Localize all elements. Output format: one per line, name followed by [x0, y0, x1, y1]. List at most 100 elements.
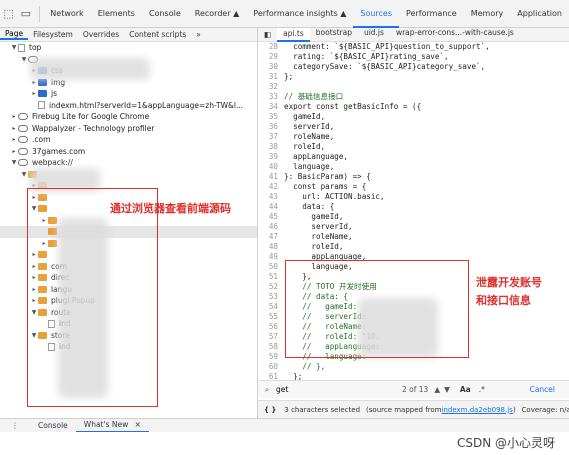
navigator-tab[interactable]: Filesystem — [28, 30, 78, 39]
line-number[interactable]: 51 — [258, 272, 284, 282]
line-number[interactable]: 42 — [258, 182, 284, 192]
line-number[interactable]: 38 — [258, 142, 284, 152]
line-number[interactable]: 57 — [258, 332, 284, 342]
chevron-right-icon[interactable]: ▸ — [10, 111, 18, 123]
panel-tab[interactable]: Memory — [464, 0, 511, 28]
search-icon: ⌕ — [264, 384, 270, 394]
panel-tab[interactable]: Console — [142, 0, 188, 28]
regex-button[interactable]: .* — [479, 385, 485, 394]
coverage-status: Coverage: n/a — [521, 405, 569, 414]
line-number[interactable]: 60 — [258, 362, 284, 372]
drawer-tab-whats-new[interactable]: What's New × — [75, 419, 149, 433]
inspect-element-icon[interactable]: ⬚ — [0, 0, 17, 28]
editor-file-tab[interactable]: wrap-error-cons...-with-cause.js — [390, 28, 520, 42]
line-number[interactable]: 30 — [258, 62, 284, 72]
line-number[interactable]: 46 — [258, 222, 284, 232]
navigator-tab[interactable]: » — [191, 30, 206, 39]
pretty-print-icon[interactable]: { } — [264, 406, 276, 414]
file-icon — [38, 101, 45, 110]
line-number[interactable]: 55 — [258, 312, 284, 322]
line-number[interactable]: 47 — [258, 232, 284, 242]
line-number[interactable]: 53 — [258, 292, 284, 302]
panel-tab[interactable]: Performance insights ▲ — [246, 0, 353, 28]
line-number[interactable]: 48 — [258, 242, 284, 252]
chevron-right-icon[interactable]: ▸ — [10, 134, 18, 146]
panel-tab[interactable]: Elements — [91, 0, 142, 28]
navigator-tab[interactable]: Page — [0, 29, 29, 40]
line-number[interactable]: 56 — [258, 322, 284, 332]
line-number[interactable]: 32 — [258, 82, 284, 92]
cancel-button[interactable]: Cancel — [530, 385, 555, 394]
panel-tab[interactable]: Network — [43, 0, 90, 28]
tree-item[interactable]: ▸ js — [0, 88, 257, 100]
drawer-tab-console[interactable]: Console — [30, 421, 76, 430]
drawer-tab-label: What's New — [83, 419, 129, 429]
chevron-right-icon[interactable]: ▸ — [10, 146, 18, 158]
tree-item[interactable]: ▼ webpack:// — [0, 157, 257, 169]
line-number[interactable]: 36 — [258, 122, 284, 132]
chevron-down-icon[interactable]: ▼ — [10, 42, 18, 54]
tree-item[interactable]: ▸ Wappalyzer - Technology profiler — [0, 123, 257, 135]
chevron-down-icon[interactable]: ▼ — [20, 54, 28, 66]
line-text: categorySave: `${BASIC_API}category_save… — [284, 62, 486, 71]
device-toggle-icon[interactable]: ▭ — [17, 0, 34, 28]
line-text: }: BasicParam) => { — [284, 172, 371, 181]
line-number[interactable]: 31 — [258, 72, 284, 82]
panel-tab[interactable]: Sources — [353, 0, 399, 28]
editor-file-tab[interactable]: uid.js — [358, 28, 390, 42]
navigator-tab[interactable]: Overrides — [78, 30, 124, 39]
search-input[interactable] — [276, 383, 396, 396]
line-number[interactable]: 29 — [258, 52, 284, 62]
panel-tab[interactable]: Performance — [399, 0, 464, 28]
editor-file-tab[interactable]: bootstrap — [310, 28, 358, 42]
line-number[interactable]: 52 — [258, 282, 284, 292]
file-icon — [18, 43, 25, 52]
code-line: 60 // }, — [258, 362, 569, 372]
line-number[interactable]: 35 — [258, 112, 284, 122]
tree-item[interactable]: ▼ top — [0, 42, 257, 54]
tree-item[interactable]: ▸ Firebug Lite for Google Chrome — [0, 111, 257, 123]
tree-item[interactable]: indexm.html?serverId=1&appLanguage=zh-TW… — [0, 100, 257, 112]
line-number[interactable]: 43 — [258, 192, 284, 202]
chevron-down-icon[interactable]: ▼ — [20, 169, 28, 181]
line-number[interactable]: 33 — [258, 92, 284, 102]
editor-file-tab[interactable]: api.ts — [277, 28, 310, 42]
line-number[interactable]: 54 — [258, 302, 284, 312]
line-text: language, — [284, 162, 335, 171]
tree-item-label: Wappalyzer - Technology profiler — [32, 123, 155, 133]
line-number[interactable]: 59 — [258, 352, 284, 362]
line-number[interactable]: 41 — [258, 172, 284, 182]
line-number[interactable]: 28 — [258, 42, 284, 52]
chevron-right-icon[interactable]: ▸ — [10, 123, 18, 135]
line-number[interactable]: 49 — [258, 252, 284, 262]
line-number[interactable]: 37 — [258, 132, 284, 142]
search-next-icon[interactable]: ▼ — [444, 385, 450, 394]
line-text: serverId, — [284, 222, 353, 231]
tree-item[interactable]: ▸ .com — [0, 134, 257, 146]
cloud-icon — [18, 113, 28, 121]
match-case-button[interactable]: Aa — [460, 385, 471, 394]
line-number[interactable]: 34 — [258, 102, 284, 112]
selection-status: 3 characters selected — [284, 405, 361, 414]
panel-tab[interactable]: Application — [510, 0, 569, 28]
line-number[interactable]: 39 — [258, 152, 284, 162]
panel-tabs: Network Elements Console Recorder ▲ Performa… — [43, 0, 569, 28]
line-number[interactable]: 45 — [258, 212, 284, 222]
close-icon[interactable]: × — [135, 420, 141, 429]
line-number[interactable]: 58 — [258, 342, 284, 352]
chevron-right-icon[interactable]: ▸ — [30, 88, 38, 100]
panel-tab[interactable]: Recorder ▲ — [188, 0, 247, 28]
tree-item[interactable]: ▸ 37games.com — [0, 146, 257, 158]
drawer-menu-icon[interactable]: ⋮ — [0, 421, 30, 430]
line-number[interactable]: 50 — [258, 262, 284, 272]
code-line: 35 gameId, — [258, 112, 569, 122]
code-line: 43 url: ACTION.basic, — [258, 192, 569, 202]
search-prev-icon[interactable]: ▲ — [434, 385, 440, 394]
navigator-tab[interactable]: Content scripts — [124, 30, 191, 39]
line-number[interactable]: 40 — [258, 162, 284, 172]
line-number[interactable]: 44 — [258, 202, 284, 212]
chevron-down-icon[interactable]: ▼ — [10, 157, 18, 169]
toggle-navigator-icon[interactable]: ◧ — [258, 30, 277, 39]
source-map-link[interactable]: indexm.da2eb098.js — [442, 406, 513, 414]
line-text: data: { — [284, 202, 335, 211]
